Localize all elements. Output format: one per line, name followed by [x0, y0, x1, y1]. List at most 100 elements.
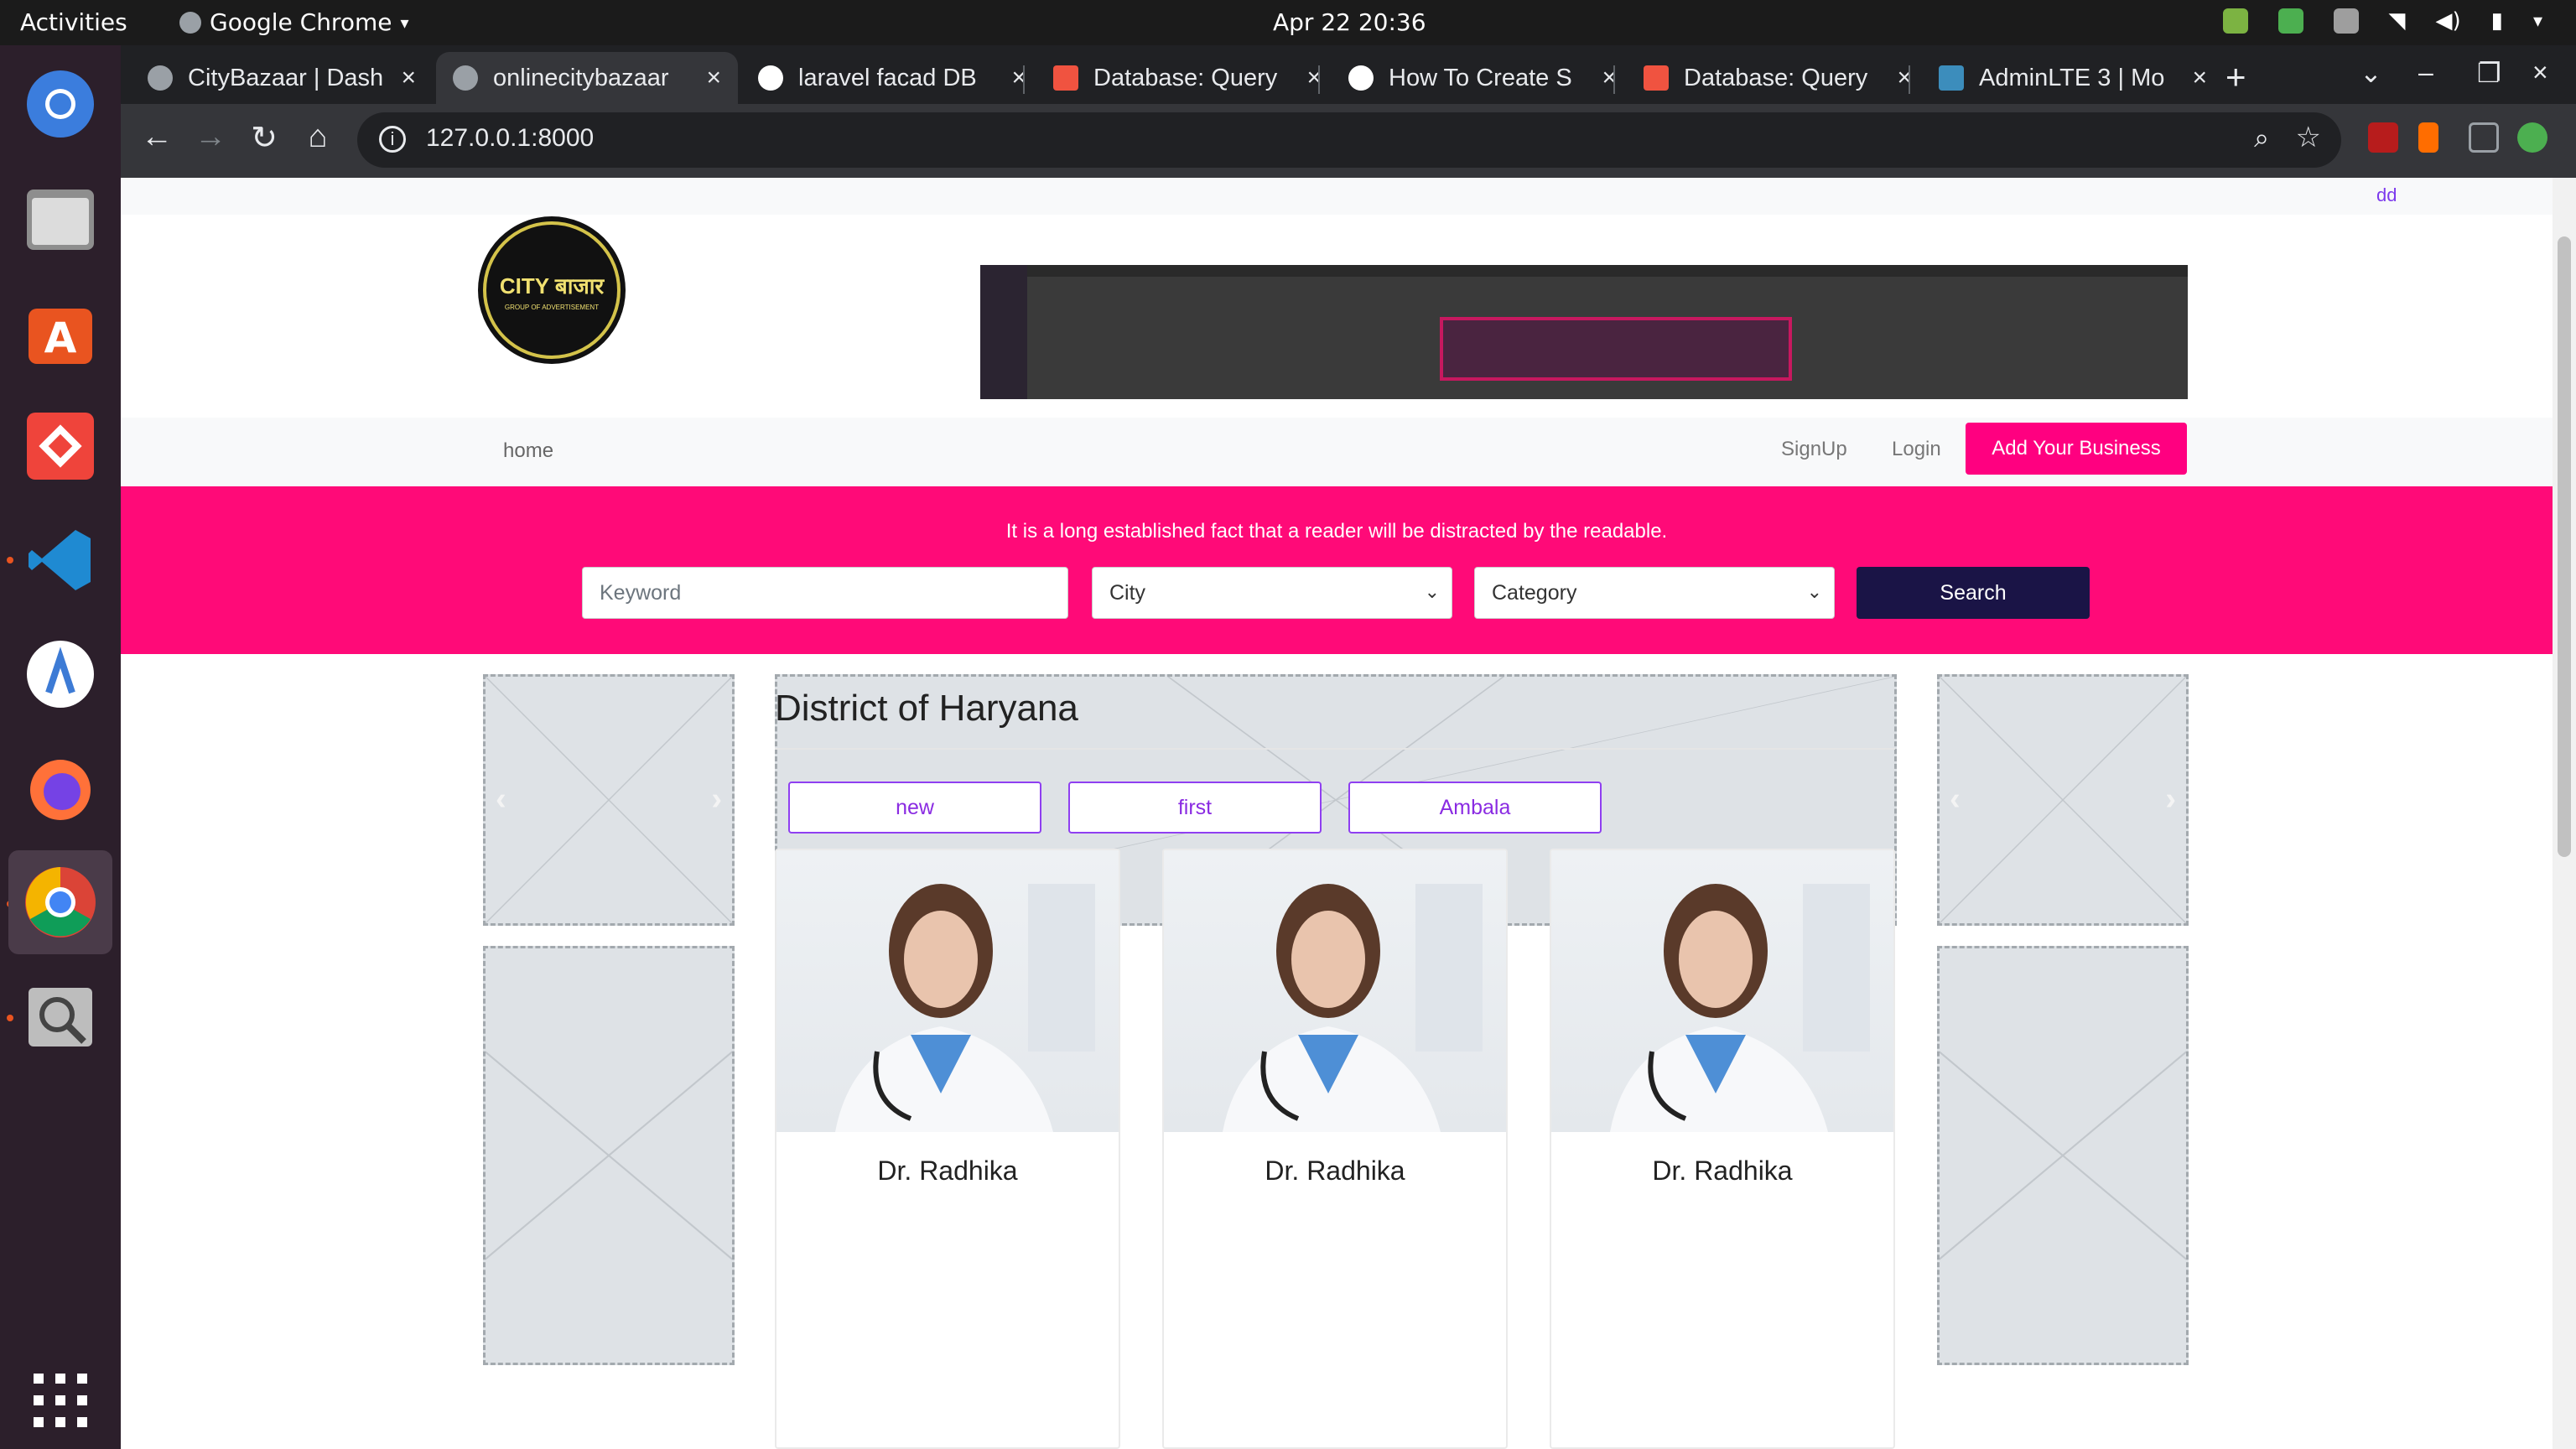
app-menu[interactable]: Google Chrome ▾: [179, 8, 409, 36]
running-indicator-dot: [7, 557, 13, 564]
scrollbar-thumb[interactable]: [2558, 236, 2571, 857]
nav-login-link[interactable]: Login: [1892, 438, 1941, 461]
tab-citybazaar-dash[interactable]: CityBazaar | Dash ×: [131, 52, 433, 104]
running-indicator-dot: [7, 1015, 13, 1021]
address-bar-url[interactable]: 127.0.0.1:8000: [426, 124, 594, 153]
firefox-dock-icon[interactable]: [22, 750, 99, 827]
page-viewport: dd CITY बाजार GROUP OF ADVERTISEMENT hom…: [121, 178, 2553, 1449]
tab-title: CityBazaar | Dash: [188, 64, 384, 91]
home-icon[interactable]: ⌂: [297, 119, 339, 155]
search-button[interactable]: Search: [1857, 567, 2090, 619]
site-info-icon[interactable]: i: [379, 126, 406, 153]
power-menu-chevron-icon[interactable]: ▾: [2533, 11, 2542, 32]
top-link[interactable]: dd: [2376, 184, 2397, 206]
pocket-icon[interactable]: [2469, 122, 2499, 153]
google-icon: [758, 65, 783, 91]
close-icon[interactable]: ×: [706, 64, 721, 92]
tab-laravel-facad[interactable]: laravel facad DB ×: [741, 52, 1043, 104]
category-pill-new[interactable]: new: [788, 782, 1041, 834]
os-top-bar: Activities Google Chrome ▾ Apr 22 20:36 …: [0, 0, 2576, 45]
android-studio-dock-icon[interactable]: [22, 636, 99, 713]
new-tab-button[interactable]: +: [2225, 57, 2246, 97]
tab-how-to-create[interactable]: How To Create S ×: [1332, 52, 1633, 104]
category-pill-ambala[interactable]: Ambala: [1348, 782, 1602, 834]
keyword-input[interactable]: Keyword: [582, 567, 1068, 619]
tab-adminlte[interactable]: AdminLTE 3 | Mo ×: [1922, 52, 2224, 104]
close-icon[interactable]: ×: [401, 64, 416, 92]
image-viewer-dock-icon[interactable]: [22, 978, 99, 1055]
tab-onlinecitybazaar[interactable]: onlinecitybazaar ×: [436, 52, 738, 104]
tab-separator: [1318, 65, 1320, 94]
maximize-icon[interactable]: ❐: [2477, 57, 2501, 89]
medium-icon: [1348, 65, 1374, 91]
anydesk-dock-icon[interactable]: [22, 408, 99, 485]
vscode-dock-icon[interactable]: [22, 522, 99, 599]
activities-button[interactable]: Activities: [20, 8, 127, 36]
bookmark-star-icon[interactable]: ☆: [2296, 121, 2321, 154]
zoom-icon[interactable]: ⌕: [2254, 122, 2269, 154]
category-select[interactable]: Category ⌄: [1474, 567, 1835, 619]
nav-signup-link[interactable]: SignUp: [1781, 438, 1847, 461]
tab-database-query-2[interactable]: Database: Query ×: [1627, 52, 1929, 104]
tab-title: Database: Query: [1093, 64, 1278, 91]
nav-home-link[interactable]: home: [503, 439, 553, 463]
extension-orange-icon[interactable]: [2418, 122, 2438, 153]
chevron-down-icon: ⌄: [1806, 581, 1822, 602]
listing-card[interactable]: Dr. Radhika: [1162, 849, 1508, 1449]
adminlte-icon: [1939, 65, 1964, 91]
chevron-left-icon[interactable]: ‹: [496, 782, 506, 818]
browser-toolbar: ← → ↻ ⌂ i 127.0.0.1:8000 ⌕ ☆: [121, 104, 2576, 178]
category-pill-first[interactable]: first: [1068, 782, 1322, 834]
site-logo[interactable]: CITY बाजार GROUP OF ADVERTISEMENT: [483, 221, 621, 359]
extension-red-icon[interactable]: [2368, 122, 2398, 153]
system-tray[interactable]: ◥ ◀) ▮ ▾: [2222, 8, 2542, 34]
right-ad-slider-placeholder: ‹ ›: [1937, 674, 2189, 926]
chevron-right-icon[interactable]: ›: [2165, 782, 2176, 818]
check-icon[interactable]: [2277, 8, 2303, 34]
hero-tagline: It is a long established fact that a rea…: [1005, 520, 1668, 543]
page-scrollbar[interactable]: [2553, 178, 2576, 1449]
chevron-left-icon[interactable]: ‹: [1950, 782, 1961, 818]
dock: A: [0, 45, 121, 1449]
city-select[interactable]: City ⌄: [1092, 567, 1452, 619]
left-ad-slider-placeholder: ‹ ›: [483, 674, 735, 926]
battery-icon[interactable]: ▮: [2491, 8, 2503, 34]
files-dock-icon[interactable]: [22, 179, 99, 257]
tab-search-icon[interactable]: ⌄: [2360, 57, 2382, 89]
listing-card[interactable]: Dr. Radhika: [1550, 849, 1895, 1449]
address-bar[interactable]: i 127.0.0.1:8000 ⌕ ☆: [357, 112, 2341, 168]
close-window-icon[interactable]: ×: [2532, 57, 2548, 88]
tab-database-query-1[interactable]: Database: Query ×: [1036, 52, 1338, 104]
tab-separator: [1023, 65, 1025, 94]
wifi-icon[interactable]: ◥: [2389, 8, 2406, 34]
section-title: District of Haryana: [775, 688, 1078, 729]
site-navbar: home SignUp Login Add Your Business: [121, 418, 2553, 486]
chevron-down-icon: ⌄: [1424, 581, 1440, 602]
add-your-business-button[interactable]: Add Your Business: [1966, 423, 2187, 475]
clipboard-icon[interactable]: [2333, 8, 2359, 34]
color-picker-icon[interactable]: [2517, 122, 2547, 153]
shield-icon[interactable]: [2222, 8, 2248, 34]
chromium-dock-icon[interactable]: [22, 65, 99, 143]
clock[interactable]: Apr 22 20:36: [1273, 8, 1426, 36]
globe-icon: [148, 65, 173, 91]
chrome-dock-icon[interactable]: [8, 850, 112, 954]
section-divider: [775, 748, 1895, 750]
reload-icon[interactable]: ↻: [243, 119, 285, 157]
chevron-right-icon[interactable]: ›: [711, 782, 722, 818]
forward-arrow-icon[interactable]: →: [190, 119, 231, 155]
listing-name: Dr. Radhika: [877, 1156, 1018, 1186]
close-icon[interactable]: ×: [2192, 64, 2207, 92]
listing-card[interactable]: Dr. Radhika: [775, 849, 1120, 1449]
logo-title: CITY बाजार: [499, 273, 605, 299]
show-apps-grid-icon[interactable]: [22, 1362, 99, 1439]
back-arrow-icon[interactable]: ←: [136, 119, 178, 155]
listing-name: Dr. Radhika: [1265, 1156, 1405, 1186]
tab-title: onlinecitybazaar: [493, 64, 669, 91]
minimize-icon[interactable]: –: [2418, 57, 2433, 88]
globe-icon: [453, 65, 478, 91]
software-center-dock-icon[interactable]: A: [22, 293, 99, 371]
volume-icon[interactable]: ◀): [2436, 8, 2461, 34]
tab-title: laravel facad DB: [798, 64, 977, 91]
left-sidebar-ad-placeholder: [483, 946, 735, 1365]
